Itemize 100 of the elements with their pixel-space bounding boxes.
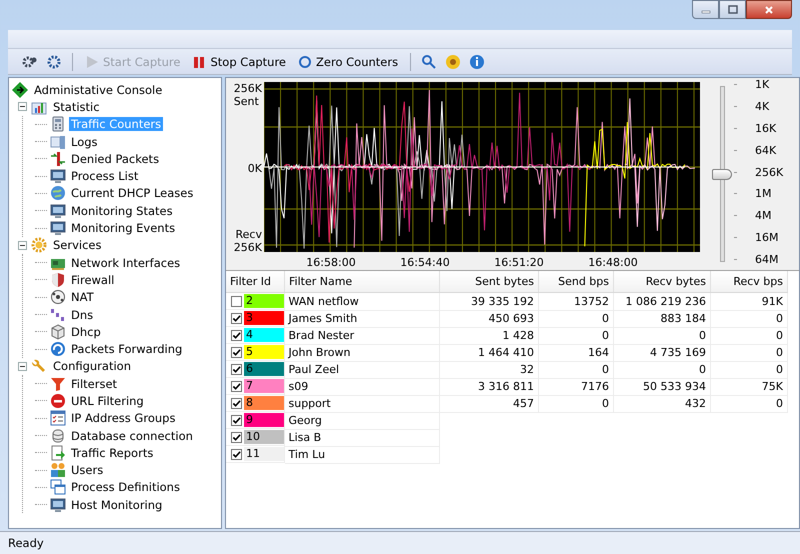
scale-label: 256K (755, 166, 784, 178)
tree-item[interactable]: Denied Packets (69, 152, 162, 166)
toolbar-button[interactable]: Zero Counters (294, 52, 402, 70)
tree-item[interactable]: Services (51, 238, 104, 252)
checkbox[interactable] (231, 414, 242, 426)
checkbox[interactable] (231, 448, 242, 460)
axis-label: 256K (234, 241, 262, 254)
tree-item[interactable]: Administative Console (32, 82, 164, 97)
checkbox[interactable] (231, 432, 242, 442)
filter-id-cell: 8 (244, 396, 284, 410)
tree-item[interactable]: Monitoring Events (69, 221, 178, 236)
tree-item[interactable]: Network Interfaces (69, 256, 182, 270)
checkbox[interactable] (231, 296, 242, 306)
tree-item[interactable]: Host Monitoring (69, 498, 164, 512)
tree-item[interactable]: Users (69, 463, 106, 478)
scale-label: 64M (755, 253, 778, 266)
axis-label: Sent (234, 95, 259, 108)
table-cell: 1 464 410 (478, 346, 534, 359)
tree-item[interactable]: IP Address Groups (69, 411, 178, 426)
tree-item[interactable]: Statistic (51, 100, 102, 114)
tree-item[interactable]: Dhcp (69, 324, 103, 339)
tree-item[interactable]: Filterset (69, 376, 120, 391)
table-cell: 0 (699, 329, 706, 342)
toolbar-button[interactable]: Stop Capture (188, 52, 290, 70)
collapse-toggle[interactable] (18, 240, 27, 250)
collapse-toggle[interactable] (18, 102, 27, 112)
minimize-button[interactable] (692, 0, 719, 19)
tree-item[interactable]: Current DHCP Leases (69, 186, 196, 200)
column-header[interactable]: Recv bytes (614, 271, 710, 292)
table-cell: 0 (776, 312, 783, 325)
table-cell: Georg (288, 414, 322, 427)
tree-item[interactable]: Firewall (69, 272, 116, 287)
refresh-icon (50, 341, 66, 358)
tree-item[interactable]: Process Definitions (69, 480, 182, 494)
close-icon (764, 4, 774, 14)
slider-thumb[interactable] (712, 169, 732, 180)
table-cell: 3 316 811 (478, 380, 534, 393)
table-cell: Tim Lu (288, 448, 326, 461)
table-cell: support (288, 397, 331, 410)
filter-id-cell: 4 (244, 328, 284, 342)
checkbox[interactable] (231, 380, 242, 392)
maximize-button[interactable] (719, 0, 746, 19)
table-cell: Paul Zeel (288, 363, 340, 376)
tree-item[interactable]: Packets Forwarding (69, 342, 184, 356)
checkbox[interactable] (231, 312, 242, 324)
column-header[interactable]: Recv bps (710, 271, 788, 292)
table-cell: 0 (776, 363, 783, 376)
globe-icon (50, 185, 66, 202)
filter-id-cell: 6 (244, 362, 284, 376)
server-icon (50, 134, 66, 150)
checkbox[interactable] (231, 364, 242, 374)
table-cell: 91K (762, 294, 783, 308)
table-cell: 4 735 169 (650, 346, 706, 359)
table-cell: 75K (762, 380, 783, 393)
axis-label: 0K (248, 162, 262, 174)
tree-item[interactable]: Monitoring States (69, 204, 175, 218)
no-entry-icon (50, 392, 66, 409)
tree-item[interactable]: NAT (69, 290, 96, 304)
table-cell: 1 086 219 236 (626, 294, 706, 308)
table-cell: 7176 (581, 380, 609, 393)
column-header[interactable]: Filter Id (226, 271, 284, 292)
column-header[interactable]: Sent bytes (440, 271, 538, 292)
table-cell: s09 (288, 380, 308, 393)
checkbox[interactable] (231, 330, 242, 340)
collapse-toggle[interactable] (18, 362, 27, 371)
close-button[interactable] (746, 0, 792, 19)
tree-item[interactable]: Database connection (69, 428, 195, 443)
table-cell: 0 (776, 329, 783, 342)
ring-icon (298, 54, 312, 68)
tree-item[interactable]: Configuration (51, 359, 133, 374)
tree-item[interactable]: Traffic Reports (69, 446, 156, 460)
windows-icon (50, 479, 66, 496)
tree-item[interactable]: Process List (69, 169, 140, 184)
checkbox[interactable] (231, 398, 242, 408)
tree-item[interactable]: Logs (69, 134, 100, 149)
filter-id-cell: 11 (244, 447, 284, 461)
table-cell: 0 (776, 346, 783, 359)
filter-id-cell: 7 (244, 379, 284, 393)
table-cell: 432 (685, 397, 706, 410)
scale-label: 4M (755, 209, 772, 222)
table-cell: 39 335 192 (471, 294, 534, 308)
filter-id-cell: 10 (244, 430, 284, 444)
ball-icon (50, 289, 66, 306)
time-label: 16:54:40 (400, 256, 450, 269)
column-header[interactable]: Filter Name (284, 271, 440, 292)
time-label: 16:51:20 (494, 256, 544, 269)
column-header[interactable]: Send bps (538, 271, 614, 292)
table-cell: 0 (776, 397, 783, 410)
tree-item[interactable]: Dns (69, 308, 96, 322)
monitor-icon (50, 220, 66, 236)
monitor-icon (50, 168, 66, 184)
filter-id-cell: 2 (244, 294, 284, 308)
users-icon (50, 462, 66, 478)
time-label: 16:58:00 (306, 256, 356, 269)
tree-item[interactable]: URL Filtering (69, 394, 146, 408)
table-cell: 0 (699, 363, 706, 376)
table-cell: James Smith (288, 312, 358, 325)
table-cell: 883 184 (660, 312, 706, 325)
checkbox[interactable] (231, 346, 242, 358)
table-cell: WAN netflow (288, 294, 359, 308)
